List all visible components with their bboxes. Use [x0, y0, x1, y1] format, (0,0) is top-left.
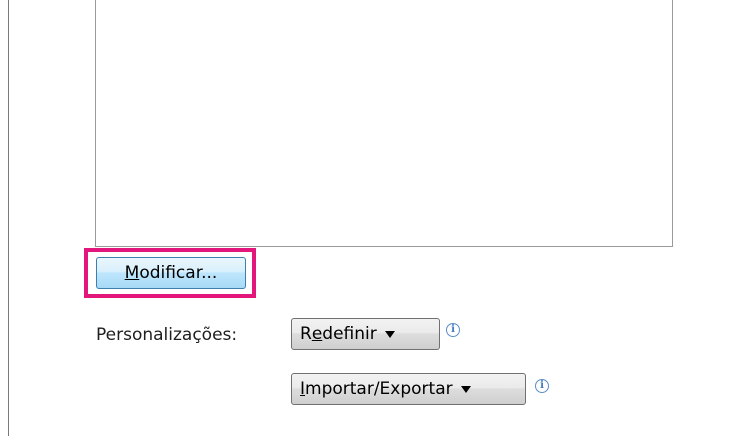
reset-accel: e: [311, 324, 323, 344]
customization-listbox[interactable]: [95, 0, 673, 247]
reset-label-rest: definir: [322, 324, 377, 344]
chevron-down-icon: [460, 385, 471, 393]
info-icon[interactable]: i: [446, 323, 460, 337]
import-export-label-rest: mportar/Exportar: [305, 379, 453, 399]
modify-button[interactable]: Modificar...: [96, 257, 246, 289]
modify-label-rest: odificar...: [139, 263, 218, 283]
info-icon[interactable]: i: [535, 379, 549, 393]
import-export-dropdown-button[interactable]: Importar/Exportar: [291, 373, 526, 405]
reset-dropdown-button[interactable]: Re definir: [291, 318, 440, 350]
reset-label-prefix: R: [300, 324, 312, 344]
chevron-down-icon: [384, 330, 395, 338]
modify-accel: M: [124, 263, 140, 283]
customizations-label: Personalizações:: [96, 325, 238, 345]
